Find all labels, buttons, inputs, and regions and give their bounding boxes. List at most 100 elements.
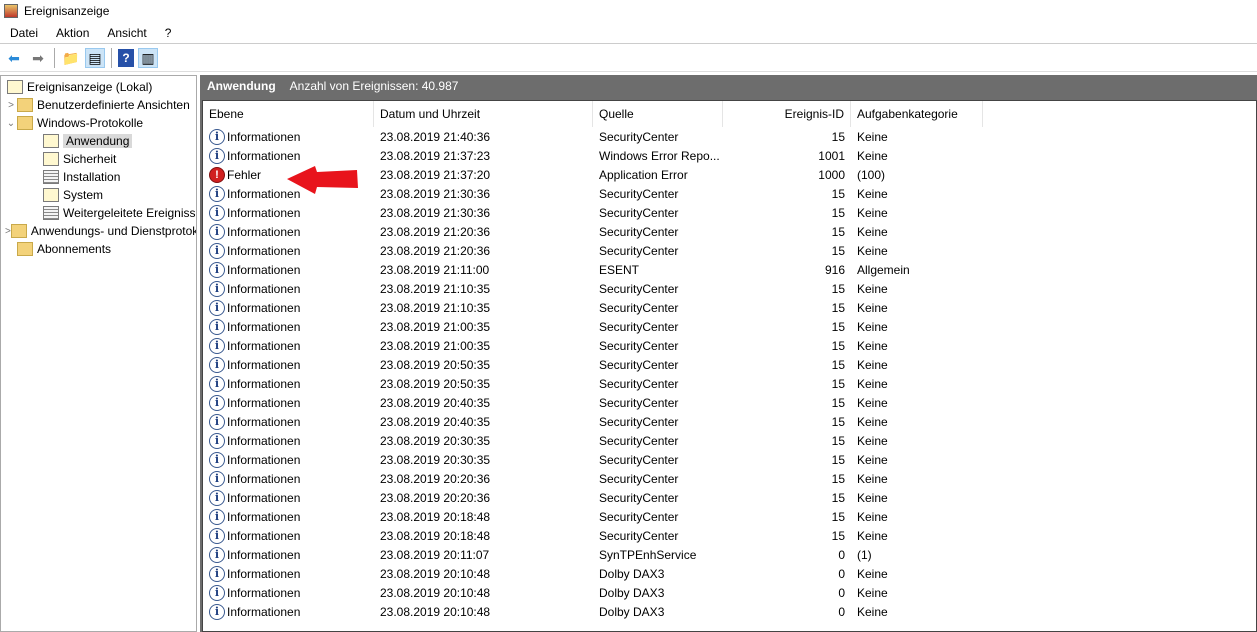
- title-bar: Ereignisanzeige: [0, 0, 1257, 22]
- table-row[interactable]: i Informationen 23.08.2019 21:10:35 Secur…: [203, 279, 1256, 298]
- level-text: Informationen: [227, 395, 301, 410]
- menu-ansicht[interactable]: Ansicht: [99, 26, 154, 40]
- table-row[interactable]: i Informationen 23.08.2019 21:10:35 Secur…: [203, 298, 1256, 317]
- log-icon: [43, 170, 59, 184]
- level-text: Informationen: [227, 376, 301, 391]
- cell-task-category: Keine: [857, 509, 888, 524]
- cell-datetime: 23.08.2019 20:20:36: [380, 490, 491, 505]
- table-row[interactable]: i Informationen 23.08.2019 20:18:48 Secur…: [203, 526, 1256, 545]
- tree-subscriptions[interactable]: Abonnements: [1, 240, 196, 258]
- info-icon: i: [209, 470, 225, 487]
- info-icon: i: [209, 451, 225, 468]
- table-row[interactable]: i Informationen 23.08.2019 20:20:36 Secur…: [203, 488, 1256, 507]
- table-row[interactable]: i Informationen 23.08.2019 20:50:35 Secur…: [203, 374, 1256, 393]
- event-count: Anzahl von Ereignissen: 40.987: [289, 79, 459, 93]
- info-icon: i: [209, 432, 225, 449]
- cell-source: SecurityCenter: [599, 224, 679, 239]
- table-row[interactable]: i Informationen 23.08.2019 21:00:35 Secur…: [203, 317, 1256, 336]
- cell-task-category: (100): [857, 167, 886, 182]
- events-panel: Anwendung Anzahl von Ereignissen: 40.987…: [200, 75, 1257, 632]
- table-row[interactable]: i Informationen 23.08.2019 20:10:48 Dolby…: [203, 564, 1256, 583]
- menu-aktion[interactable]: Aktion: [48, 26, 97, 40]
- tree-app-services[interactable]: >Anwendungs- und Dienstprotokolle: [1, 222, 196, 240]
- cell-datetime: 23.08.2019 21:11:00: [380, 262, 490, 277]
- events-table: Ebene Datum und Uhrzeit Quelle Ereignis-…: [202, 100, 1257, 632]
- table-row[interactable]: i Informationen 23.08.2019 20:40:35 Secur…: [203, 412, 1256, 431]
- col-header-datetime[interactable]: Datum und Uhrzeit: [374, 101, 593, 127]
- up-folder-icon[interactable]: 📁: [61, 48, 81, 68]
- info-icon: i: [209, 204, 225, 221]
- cell-event-id: 1001: [818, 148, 845, 163]
- table-row[interactable]: i Informationen 23.08.2019 21:40:36 Secur…: [203, 127, 1256, 146]
- table-row[interactable]: i Informationen 23.08.2019 21:00:35 Secur…: [203, 336, 1256, 355]
- tree-security[interactable]: Sicherheit: [1, 150, 196, 168]
- back-arrow-icon[interactable]: ⬅: [4, 48, 24, 68]
- cell-task-category: Keine: [857, 224, 888, 239]
- tree-forwarded[interactable]: Weitergeleitete Ereignisse: [1, 204, 196, 222]
- cell-task-category: Keine: [857, 585, 888, 600]
- tree-label: Abonnements: [37, 242, 112, 256]
- col-header-source[interactable]: Quelle: [593, 101, 723, 127]
- info-icon: i: [209, 242, 225, 259]
- menu-datei[interactable]: Datei: [2, 26, 46, 40]
- cell-datetime: 23.08.2019 20:50:35: [380, 357, 491, 372]
- cell-level: i Informationen: [203, 242, 374, 259]
- tree-setup[interactable]: Installation: [1, 168, 196, 186]
- tree-system[interactable]: System: [1, 186, 196, 204]
- table-row[interactable]: i Informationen 23.08.2019 21:20:36 Secur…: [203, 222, 1256, 241]
- table-row[interactable]: i Informationen 23.08.2019 20:18:48 Secur…: [203, 507, 1256, 526]
- cell-source: Dolby DAX3: [599, 604, 665, 619]
- log-icon: [43, 134, 59, 148]
- table-row[interactable]: i Informationen 23.08.2019 21:20:36 Secur…: [203, 241, 1256, 260]
- table-row[interactable]: i Informationen 23.08.2019 20:11:07 SynTP…: [203, 545, 1256, 564]
- table-row[interactable]: ! Fehler 23.08.2019 21:37:20 Application …: [203, 165, 1256, 184]
- cell-source: ESENT: [599, 262, 640, 277]
- cell-level: i Informationen: [203, 413, 374, 430]
- cell-datetime: 23.08.2019 20:30:35: [380, 433, 491, 448]
- help-icon[interactable]: ?: [118, 49, 134, 67]
- info-icon: i: [209, 318, 225, 335]
- tree-custom-views[interactable]: > Benutzerdefinierte Ansichten: [1, 96, 196, 114]
- tree-label: Ereignisanzeige (Lokal): [27, 80, 153, 94]
- col-header-event-id[interactable]: Ereignis-ID: [723, 101, 851, 127]
- cell-datetime: 23.08.2019 20:40:35: [380, 395, 491, 410]
- table-row[interactable]: i Informationen 23.08.2019 21:30:36 Secur…: [203, 203, 1256, 222]
- menu-help[interactable]: ?: [157, 26, 180, 40]
- cell-event-id: 1000: [818, 167, 845, 182]
- chevron-down-icon[interactable]: ⌄: [5, 118, 17, 129]
- table-row[interactable]: i Informationen 23.08.2019 20:10:48 Dolby…: [203, 583, 1256, 602]
- cell-event-id: 15: [831, 471, 845, 486]
- show-hide-action-pane-icon[interactable]: ▥: [138, 48, 158, 68]
- event-viewer-icon: [7, 80, 23, 94]
- forward-arrow-icon[interactable]: ➡: [28, 48, 48, 68]
- tree-application[interactable]: Anwendung: [1, 132, 196, 150]
- table-row[interactable]: i Informationen 23.08.2019 20:30:35 Secur…: [203, 431, 1256, 450]
- cell-event-id: 15: [831, 414, 845, 429]
- chevron-right-icon[interactable]: >: [5, 100, 17, 111]
- table-row[interactable]: i Informationen 23.08.2019 20:50:35 Secur…: [203, 355, 1256, 374]
- level-text: Fehler: [227, 167, 262, 182]
- cell-source: SynTPEnhService: [599, 547, 697, 562]
- cell-source: SecurityCenter: [599, 300, 679, 315]
- cell-datetime: 23.08.2019 21:00:35: [380, 319, 491, 334]
- red-annotation-arrow: [287, 166, 358, 194]
- folder-icon: [17, 116, 33, 130]
- cell-event-id: 15: [831, 186, 845, 201]
- level-text: Informationen: [227, 509, 301, 524]
- cell-event-id: 15: [831, 243, 845, 258]
- table-row[interactable]: i Informationen 23.08.2019 20:30:35 Secur…: [203, 450, 1256, 469]
- cell-event-id: 916: [824, 262, 845, 277]
- show-hide-tree-icon[interactable]: ▤: [85, 48, 105, 68]
- tree-root[interactable]: Ereignisanzeige (Lokal): [1, 78, 196, 96]
- info-icon: i: [209, 527, 225, 544]
- table-row[interactable]: i Informationen 23.08.2019 21:11:00 ESENT…: [203, 260, 1256, 279]
- table-row[interactable]: i Informationen 23.08.2019 20:10:48 Dolby…: [203, 602, 1256, 621]
- table-row[interactable]: i Informationen 23.08.2019 20:20:36 Secur…: [203, 469, 1256, 488]
- tree-windows-logs[interactable]: ⌄ Windows-Protokolle: [1, 114, 196, 132]
- table-row[interactable]: i Informationen 23.08.2019 20:40:35 Secur…: [203, 393, 1256, 412]
- level-text: Informationen: [227, 262, 301, 277]
- col-header-level[interactable]: Ebene: [203, 101, 374, 127]
- table-row[interactable]: i Informationen 23.08.2019 21:37:23 Windo…: [203, 146, 1256, 165]
- col-header-task-category[interactable]: Aufgabenkategorie: [851, 101, 983, 127]
- table-row[interactable]: i Informationen 23.08.2019 21:30:36 Secur…: [203, 184, 1256, 203]
